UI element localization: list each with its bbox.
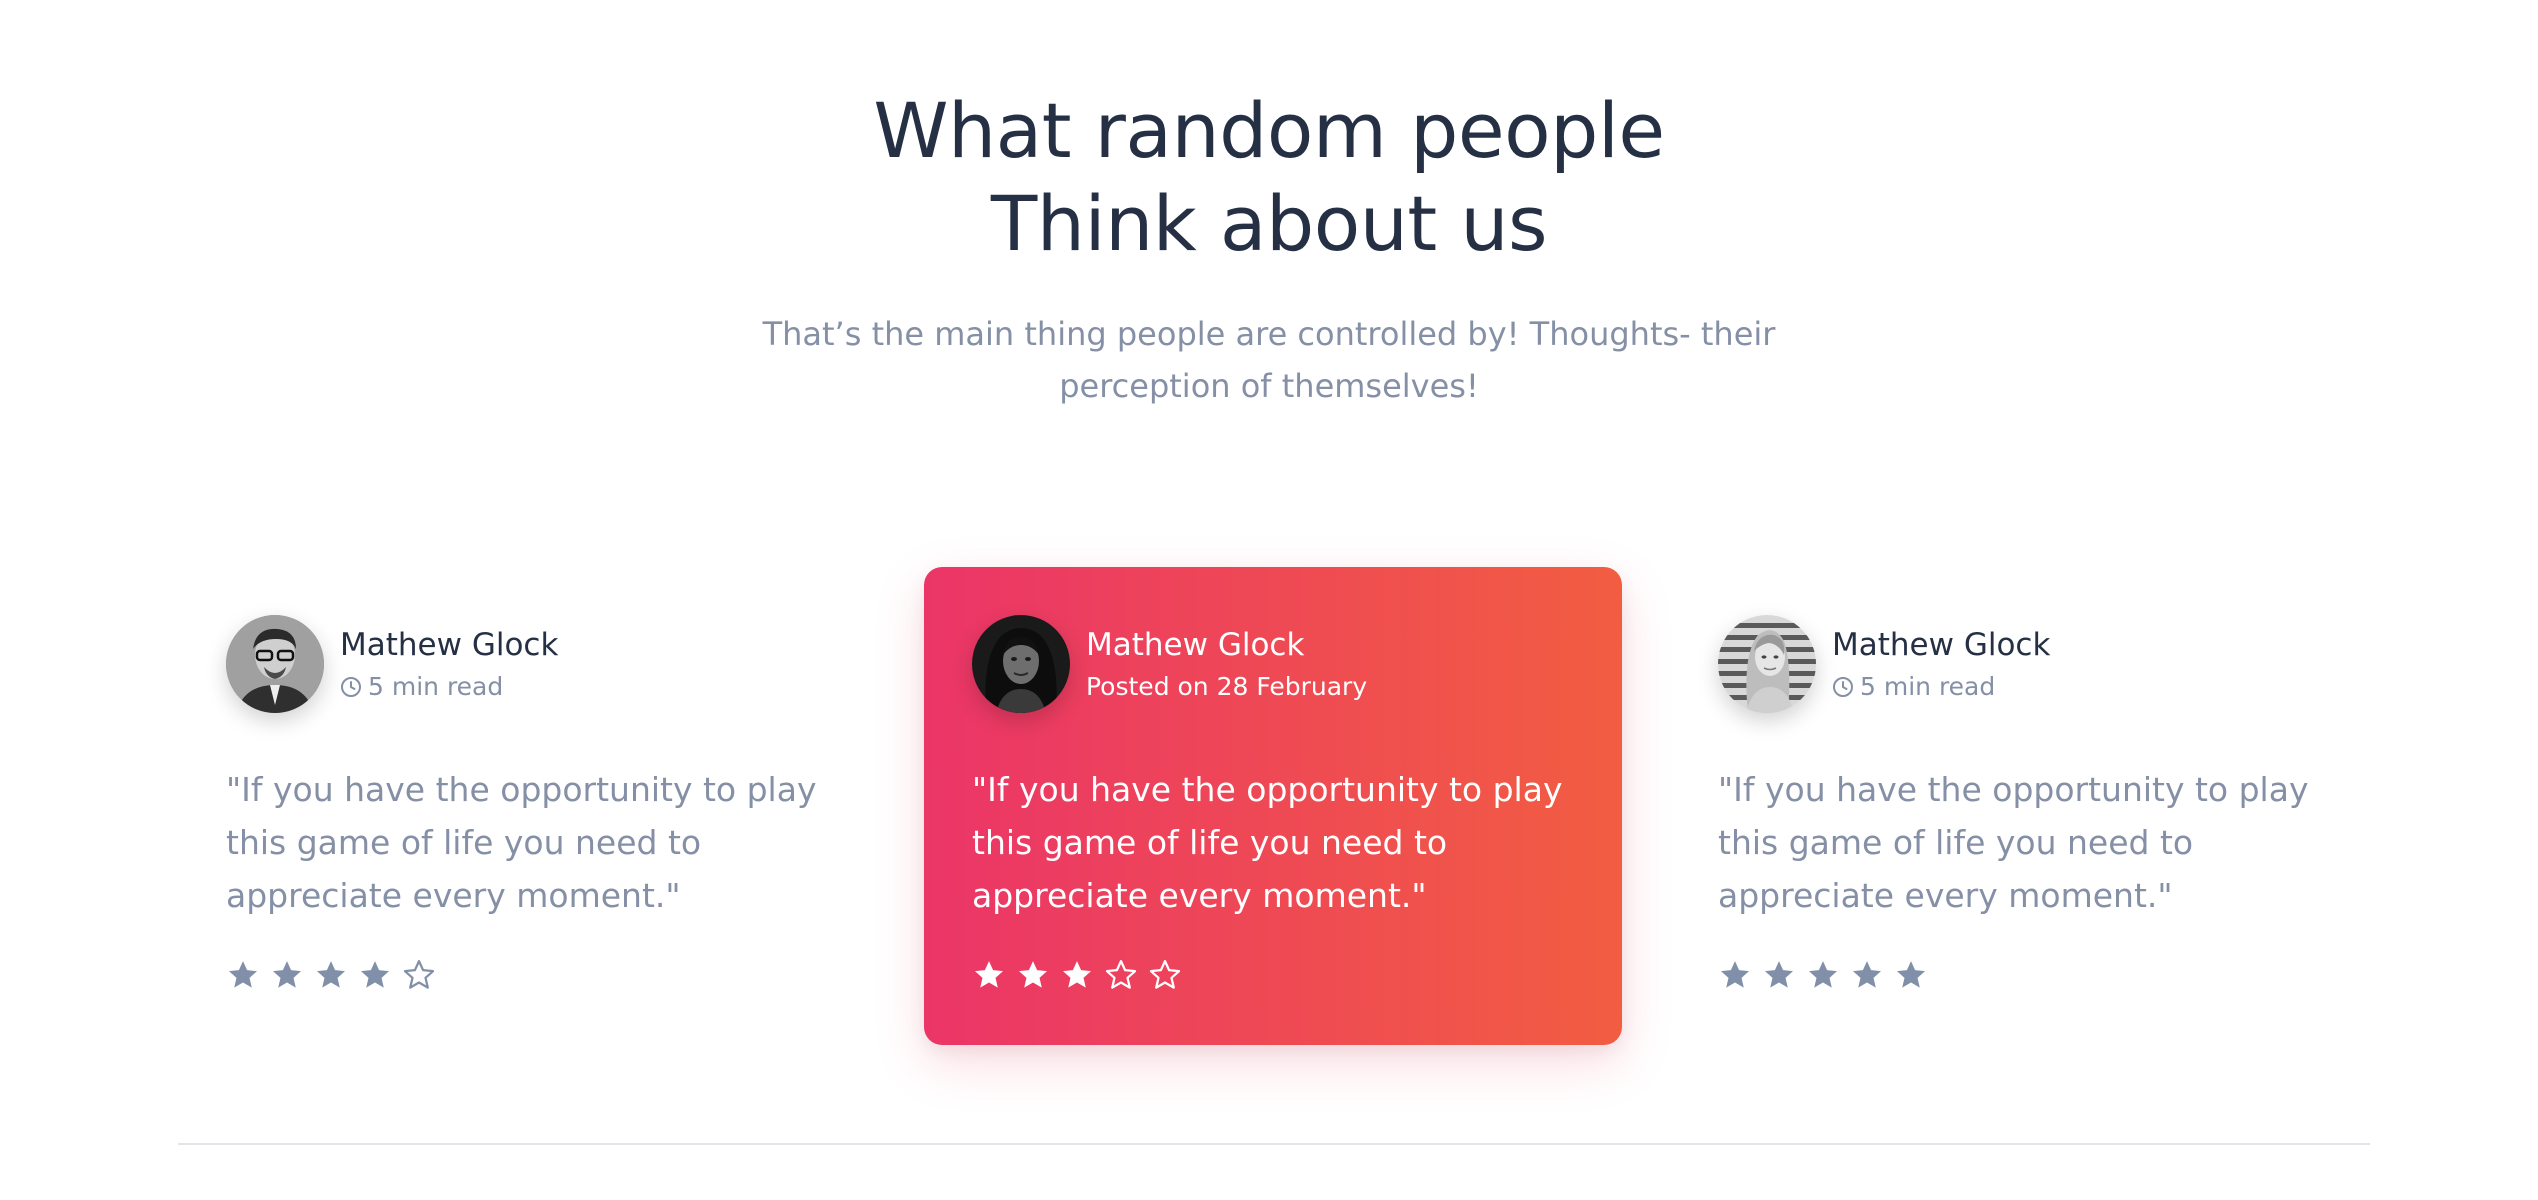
clock-icon xyxy=(1833,677,1853,697)
author-info: Mathew Glock Posted on 28 February xyxy=(1086,625,1367,703)
testimonial-quote: "If you have the opportunity to play thi… xyxy=(226,770,817,915)
star-rating xyxy=(226,958,828,992)
testimonial-quote: "If you have the opportunity to play thi… xyxy=(1718,770,2309,915)
star-filled-icon xyxy=(360,961,390,988)
star-filled-icon xyxy=(272,961,302,988)
author-block: Mathew Glock 5 min read xyxy=(226,615,828,713)
star-outline-icon xyxy=(1105,959,1137,989)
read-time-text: 5 min read xyxy=(1860,672,1996,701)
title-line-2: Think about us xyxy=(990,179,1548,268)
star-filled-icon xyxy=(1852,961,1882,988)
star-filled-icon xyxy=(1808,961,1838,988)
read-time-text: 5 min read xyxy=(368,672,504,701)
post-date: Posted on 28 February xyxy=(1086,672,1368,701)
author-info: Mathew Glock 5 min read xyxy=(340,625,558,703)
star-filled-icon xyxy=(974,961,1004,988)
author-info: Mathew Glock 5 min read xyxy=(1832,625,2050,703)
star-filled-icon xyxy=(1062,961,1092,988)
section-subtitle: That’s the main thing people are control… xyxy=(762,315,1776,405)
read-time: 5 min read xyxy=(1832,671,2050,703)
avatar xyxy=(1718,615,1816,713)
star-rating xyxy=(1718,958,2320,992)
title-line-1: What random people xyxy=(873,86,1665,175)
star-filled-icon xyxy=(1720,961,1750,988)
star-filled-icon xyxy=(1896,961,1926,988)
clock-icon xyxy=(341,677,361,697)
star-filled-icon xyxy=(1764,961,1794,988)
testimonial-card: Mathew Glock 5 min read "If you have the… xyxy=(178,567,876,1045)
testimonial-quote: "If you have the opportunity to play thi… xyxy=(972,770,1563,915)
section-divider xyxy=(178,1143,2370,1145)
testimonial-card: Mathew Glock 5 min read "If you have the… xyxy=(1670,567,2368,1045)
section-title: What random people Think about us xyxy=(0,84,2538,270)
star-filled-icon xyxy=(316,961,346,988)
author-block: Mathew Glock Posted on 28 February xyxy=(972,615,1574,713)
author-block: Mathew Glock 5 min read xyxy=(1718,615,2320,713)
author-name: Mathew Glock xyxy=(1086,627,1305,663)
star-filled-icon xyxy=(1018,961,1048,988)
read-time: 5 min read xyxy=(340,671,558,703)
avatar xyxy=(972,615,1070,713)
author-name: Mathew Glock xyxy=(1832,627,2051,663)
star-filled-icon xyxy=(228,961,258,988)
star-outline-icon xyxy=(403,959,435,989)
testimonials-header: What random people Think about us That’s… xyxy=(0,84,2538,412)
star-outline-icon xyxy=(1149,959,1181,989)
author-name: Mathew Glock xyxy=(340,627,559,663)
star-rating xyxy=(972,958,1574,992)
testimonial-card-highlighted: Mathew Glock Posted on 28 February "If y… xyxy=(924,567,1622,1045)
avatar xyxy=(226,615,324,713)
